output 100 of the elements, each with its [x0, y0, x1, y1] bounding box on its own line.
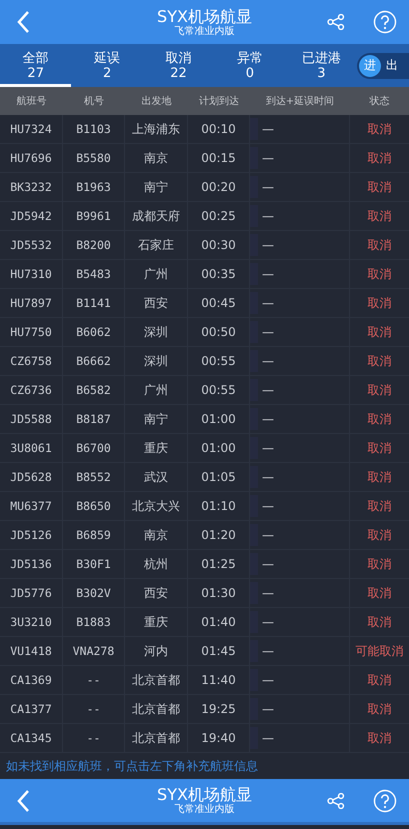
status-text: 取消 — [366, 352, 392, 370]
table-cell: 上海浦东 — [125, 115, 188, 143]
table-cell: 广州 — [125, 260, 188, 288]
table-cell: 重庆 — [125, 434, 188, 462]
table-cell: B302V — [63, 579, 125, 607]
table-cell: 北京首都 — [125, 724, 188, 752]
column-header: 航班号 — [16, 94, 48, 109]
table-cell: — — [262, 354, 274, 368]
table-cell: B1883 — [63, 608, 125, 636]
table-cell: — — [262, 441, 274, 455]
column-header: 出发地 — [140, 94, 172, 109]
help-icon[interactable] — [373, 10, 397, 34]
table-cell: B5483 — [63, 260, 125, 288]
table-cell: — — [262, 267, 274, 281]
table-cell: — — [262, 731, 274, 745]
status-text: 取消 — [366, 178, 392, 196]
table-cell: JD5588 — [0, 405, 63, 433]
table-cell: B30F1 — [63, 550, 125, 578]
table-cell: -- — [63, 666, 125, 694]
table-cell: 北京大兴 — [125, 492, 188, 520]
table-cell: 西安 — [125, 579, 188, 607]
status-text: 取消 — [366, 266, 392, 282]
table-cell: JD5126 — [0, 521, 63, 549]
status-text: 取消 — [366, 468, 392, 486]
table-cell: 成都天府 — [125, 202, 188, 230]
table-cell: B6662 — [63, 347, 125, 375]
status-text: 取消 — [366, 324, 392, 340]
table-cell: JD5776 — [0, 579, 63, 607]
column-header: 到达+延误时间 — [264, 94, 336, 109]
direction-option[interactable]: 出 — [381, 54, 404, 76]
table-cell: — — [262, 702, 274, 716]
status-text: 取消 — [366, 410, 392, 428]
table-cell: — — [262, 528, 274, 542]
table-cell: JD5628 — [0, 463, 63, 491]
status-text: 取消 — [366, 120, 392, 138]
table-cell: HU7310 — [0, 260, 63, 288]
table-cell: BK3232 — [0, 173, 63, 201]
column-header: 计划到达 — [198, 94, 240, 109]
table-cell: — — [262, 325, 274, 339]
status-text: 取消 — [366, 498, 392, 514]
table-cell: -- — [63, 724, 125, 752]
filter-tab[interactable]: 取消 22 — [142, 44, 214, 87]
status-text: 取消 — [366, 584, 392, 602]
table-cell: VU1418 — [0, 637, 63, 665]
table-cell: 深圳 — [125, 347, 188, 375]
filter-tab[interactable]: 已进港 3 — [286, 44, 358, 87]
table-cell: B1963 — [63, 173, 125, 201]
page-title: SYX机场航显 — [157, 785, 252, 804]
status-text: 取消 — [366, 208, 392, 224]
table-cell: — — [262, 615, 274, 629]
filter-tab[interactable]: 延误 2 — [71, 44, 143, 87]
filter-tab[interactable]: 异常 0 — [214, 44, 286, 87]
share-icon[interactable] — [327, 14, 345, 30]
table-cell: B9961 — [63, 202, 125, 230]
table-cell: B6859 — [63, 521, 125, 549]
table-cell: — — [262, 238, 274, 252]
table-cell: CA1345 — [0, 724, 63, 752]
table-cell: 南宁 — [125, 405, 188, 433]
page-subtitle: 飞常准业内版 — [174, 804, 234, 816]
table-cell: 重庆 — [125, 608, 188, 636]
table-cell: 深圳 — [125, 318, 188, 346]
table-cell: HU7897 — [0, 289, 63, 317]
table-cell: 广州 — [125, 376, 188, 404]
share-icon[interactable] — [327, 792, 345, 808]
table-cell: B1103 — [63, 115, 125, 143]
table-cell: 河内 — [125, 637, 188, 665]
table-cell: 南京 — [125, 521, 188, 549]
page-subtitle: 飞常准业内版 — [174, 26, 234, 38]
table-cell: 西安 — [125, 289, 188, 317]
table-cell: HU7750 — [0, 318, 63, 346]
table-cell: B6700 — [63, 434, 125, 462]
table-cell: B8650 — [63, 492, 125, 520]
column-header: 状态 — [368, 94, 390, 109]
table-cell: B8200 — [63, 231, 125, 259]
status-text: 取消 — [366, 614, 392, 630]
page-title: SYX机场航显 — [157, 6, 252, 26]
table-cell: HU7324 — [0, 115, 63, 143]
help-icon[interactable] — [373, 788, 397, 812]
status-text: 可能取消 — [354, 642, 404, 660]
table-cell: 3U8061 — [0, 434, 63, 462]
status-text: 取消 — [366, 294, 392, 312]
table-cell: B1141 — [63, 289, 125, 317]
table-cell: — — [262, 499, 274, 513]
table-cell: -- — [63, 695, 125, 723]
table-cell: — — [262, 151, 274, 165]
table-cell: CA1377 — [0, 695, 63, 723]
column-header: 机号 — [83, 94, 105, 109]
table-cell: CZ6758 — [0, 347, 63, 375]
table-cell: CA1369 — [0, 666, 63, 694]
back-icon[interactable] — [16, 788, 30, 812]
table-cell: 杭州 — [125, 550, 188, 578]
table-cell: — — [262, 644, 274, 658]
back-icon[interactable] — [16, 10, 30, 34]
table-cell: — — [262, 383, 274, 397]
table-cell: JD5942 — [0, 202, 63, 230]
notice-text: 如未找到相应航班，可点击左下角补充航班信息 — [5, 758, 259, 775]
table-cell: B8187 — [63, 405, 125, 433]
status-text: 取消 — [366, 730, 392, 746]
table-cell: CZ6736 — [0, 376, 63, 404]
status-text: 取消 — [366, 700, 392, 718]
